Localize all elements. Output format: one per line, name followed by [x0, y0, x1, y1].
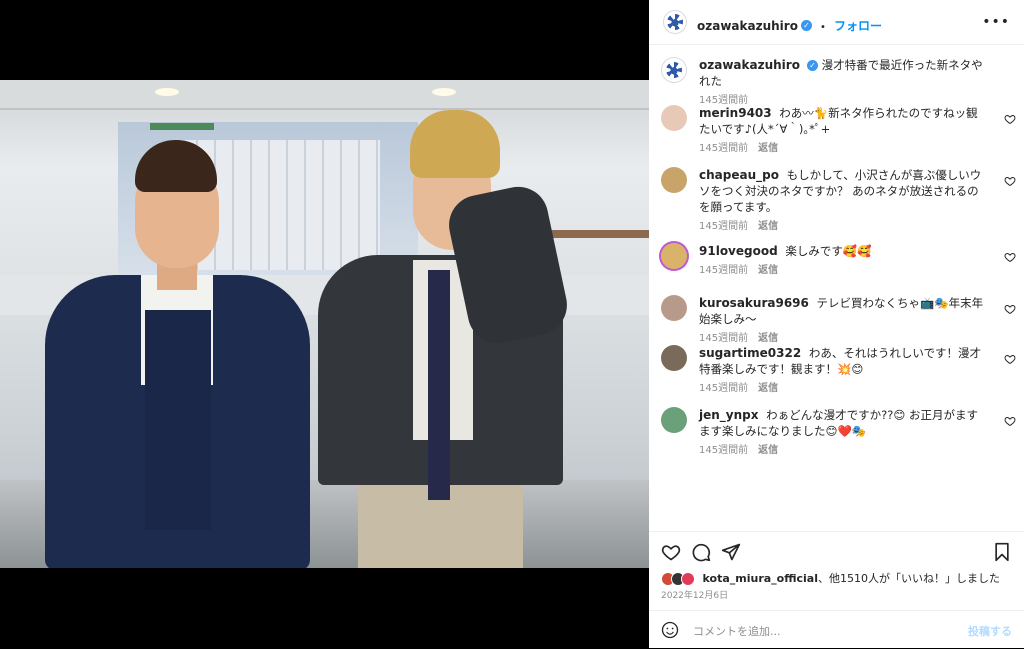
commenter-username[interactable]: kurosakura9696 [699, 296, 809, 310]
post-date[interactable]: 2022年12月6日 [661, 588, 728, 601]
liker-username[interactable]: kota_miura_official [703, 572, 818, 585]
comment-time[interactable]: 145週間前 [699, 143, 748, 154]
person-right [318, 110, 573, 568]
comment-time[interactable]: 145週間前 [699, 445, 748, 456]
liker-avatar [681, 572, 695, 586]
comment-time[interactable]: 145週間前 [699, 265, 748, 276]
post-photo[interactable] [0, 80, 649, 568]
reply-button[interactable]: 返信 [758, 333, 778, 344]
reply-button[interactable]: 返信 [758, 445, 778, 456]
comment-like-heart-icon[interactable] [1004, 415, 1016, 427]
post-header: ozawakazuhiro ✓ • フォロー ••• [649, 0, 1024, 45]
author-avatar[interactable] [661, 57, 687, 83]
share-icon[interactable] [721, 542, 741, 562]
reply-button[interactable]: 返信 [758, 265, 778, 276]
post-actions [649, 531, 1024, 566]
comment-time[interactable]: 145週間前 [699, 383, 748, 394]
commenter-avatar[interactable] [661, 243, 687, 269]
comment-input[interactable] [691, 620, 955, 642]
verified-badge-icon: ✓ [806, 60, 818, 71]
comment-icon[interactable] [691, 542, 711, 562]
commenter-username[interactable]: jen_ynpx [699, 408, 759, 422]
author-avatar[interactable] [663, 10, 687, 34]
post-comment-button[interactable]: 投稿する [968, 623, 1012, 639]
likes-summary[interactable]: kota_miura_official、他1510人が「いいね！」しました [661, 570, 1000, 586]
commenter-username[interactable]: 91lovegood [699, 244, 778, 258]
person-left [45, 140, 310, 568]
reply-button[interactable]: 返信 [758, 221, 778, 232]
comment-text: 楽しみです🥰🥰 [785, 244, 872, 258]
more-options-icon[interactable]: ••• [982, 14, 1010, 30]
post-side-panel: ozawakazuhiro ✓ • フォロー ••• ozawakazuhiro ✓… [649, 0, 1024, 648]
verified-badge-icon: ✓ [800, 20, 812, 31]
logo-icon [667, 14, 683, 30]
commenter-avatar[interactable] [661, 345, 687, 371]
likes-count-text[interactable]: 、他1510人が「いいね！」しました [818, 572, 1000, 585]
commenter-avatar[interactable] [661, 167, 687, 193]
separator-dot: • [820, 22, 826, 33]
comment-time[interactable]: 145週間前 [699, 221, 748, 232]
follow-button[interactable]: フォロー [834, 19, 882, 33]
reply-button[interactable]: 返信 [758, 143, 778, 154]
commenter-avatar[interactable] [661, 105, 687, 131]
commenter-avatar[interactable] [661, 407, 687, 433]
commenter-username[interactable]: merin9403 [699, 106, 772, 120]
comment-like-heart-icon[interactable] [1004, 353, 1016, 365]
logo-icon [666, 62, 682, 78]
emoji-icon[interactable] [661, 621, 679, 639]
comment-time[interactable]: 145週間前 [699, 333, 748, 344]
comments-list[interactable]: ozawakazuhiro ✓ 漫才特番で最近作った新ネタやれた 145週間前 m… [649, 45, 1024, 530]
comment-like-heart-icon[interactable] [1004, 251, 1016, 263]
commenter-avatar[interactable] [661, 295, 687, 321]
commenter-username[interactable]: chapeau_po [699, 168, 779, 182]
heart-icon[interactable] [661, 542, 681, 562]
author-username[interactable]: ozawakazuhiro [697, 19, 798, 33]
comment-like-heart-icon[interactable] [1004, 303, 1016, 315]
commenter-username[interactable]: sugartime0322 [699, 346, 801, 360]
post-media [0, 0, 649, 648]
reply-button[interactable]: 返信 [758, 383, 778, 394]
comment-like-heart-icon[interactable] [1004, 175, 1016, 187]
bookmark-icon[interactable] [992, 542, 1012, 562]
add-comment-bar: 投稿する [649, 610, 1024, 649]
caption-username[interactable]: ozawakazuhiro [699, 58, 800, 72]
comment-like-heart-icon[interactable] [1004, 113, 1016, 125]
